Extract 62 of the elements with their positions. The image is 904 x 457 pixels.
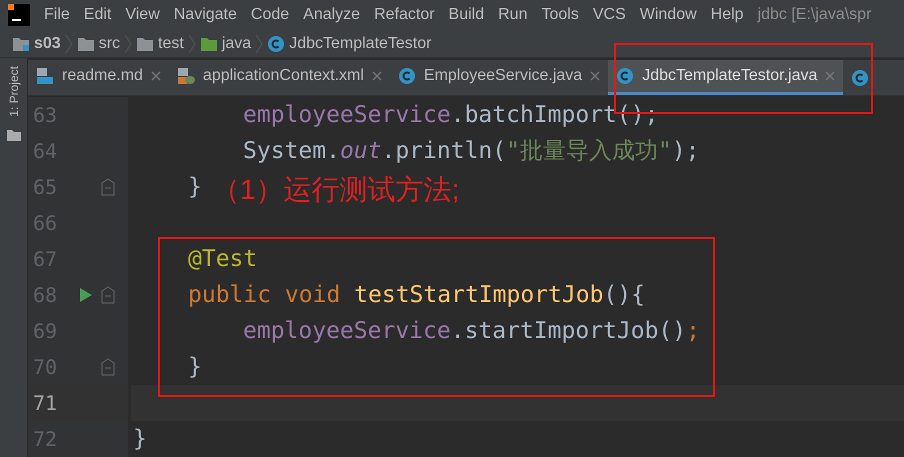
folder-icon <box>200 36 218 52</box>
breadcrumb-item[interactable]: test <box>158 32 184 56</box>
code-line: } <box>188 173 202 202</box>
project-tool-button[interactable]: 1: Project <box>4 66 22 117</box>
folder-icon <box>6 128 20 141</box>
breadcrumb-item[interactable]: s03 <box>34 32 61 56</box>
code-line: System.out.println("批量导入成功"); <box>243 137 700 166</box>
menu-item[interactable]: Edit <box>84 3 112 27</box>
folder-icon <box>136 36 154 52</box>
code-line: } <box>133 425 147 454</box>
code-line: employeeService.startImportJob(); <box>243 317 700 346</box>
chevron-icon <box>124 34 132 54</box>
menu-item[interactable]: Analyze <box>303 3 360 27</box>
menu-item[interactable]: View <box>125 3 160 27</box>
app-logo-icon <box>8 4 30 26</box>
tab-label: JdbcTemplateTestor.java <box>642 66 818 86</box>
menu-item[interactable]: Run <box>498 3 528 27</box>
editor-tab[interactable]: EmployeeService.java <box>390 60 608 95</box>
run-icon[interactable] <box>78 287 92 303</box>
code-line: public void testStartImportJob(){ <box>188 281 645 310</box>
menu-item[interactable]: File <box>44 3 70 27</box>
xml-file-icon <box>176 67 195 85</box>
close-icon[interactable] <box>825 71 836 81</box>
close-icon[interactable] <box>372 71 382 81</box>
chevron-icon <box>188 34 196 54</box>
code-line: employeeService.batchImport(); <box>243 101 658 130</box>
code-line: @Test <box>188 245 258 274</box>
fold-marker-icon[interactable] <box>101 178 115 196</box>
menu-item[interactable]: Code <box>250 3 290 27</box>
menu-item[interactable]: Navigate <box>174 3 237 27</box>
class-icon <box>851 68 870 86</box>
fold-marker-icon[interactable] <box>101 286 115 304</box>
tab-label: applicationContext.xml <box>202 66 364 86</box>
markdown-file-icon <box>36 67 54 85</box>
folder-icon <box>76 36 95 52</box>
annotation-text: （1）运行测试方法; <box>212 173 460 207</box>
class-icon <box>398 67 416 85</box>
tab-label: readme.md <box>62 66 143 86</box>
tab-label: EmployeeService.java <box>424 66 582 86</box>
class-icon <box>616 67 634 85</box>
breadcrumb-item[interactable]: JdbcTemplateTestor <box>289 32 432 56</box>
menu-item[interactable]: Tools <box>541 3 579 27</box>
close-icon[interactable] <box>590 71 600 81</box>
fold-marker-icon[interactable] <box>101 358 115 376</box>
breadcrumb-item[interactable]: src <box>98 32 120 56</box>
editor-tab[interactable]: JdbcTemplateTestor.java <box>608 60 844 95</box>
close-icon[interactable] <box>150 71 161 81</box>
chevron-icon <box>64 34 73 54</box>
breadcrumb-item[interactable]: java <box>222 32 252 56</box>
window-title: jdbc [E:\java\spr <box>758 5 872 25</box>
menu-item[interactable]: Help <box>710 3 744 27</box>
line-number: 71 <box>32 390 58 417</box>
code-line: } <box>188 353 202 382</box>
menu-item[interactable]: VCS <box>592 3 626 27</box>
menu-item[interactable]: Refactor <box>374 3 435 27</box>
module-folder-icon <box>12 36 30 52</box>
menu-item[interactable]: Build <box>448 3 484 27</box>
menu-item[interactable]: Window <box>640 3 697 27</box>
editor-tab[interactable]: readme.md <box>28 60 169 95</box>
editor-tab[interactable]: applicationContext.xml <box>168 60 390 95</box>
chevron-icon <box>255 34 264 54</box>
class-icon <box>267 34 286 52</box>
